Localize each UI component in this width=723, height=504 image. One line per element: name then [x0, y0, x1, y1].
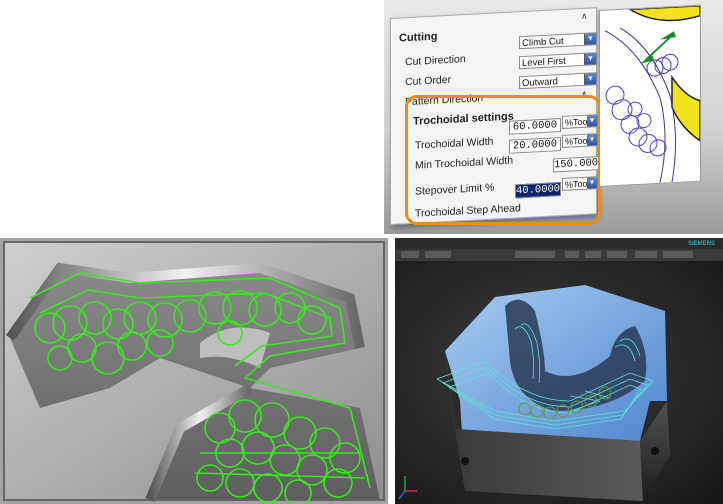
cut-direction-value: Climb Cut — [522, 35, 564, 50]
trochoidal-toolpath-viewport — [0, 238, 388, 504]
pattern-direction-select[interactable]: Outward ▼ — [519, 72, 597, 90]
part-toolpath-render — [0, 238, 388, 504]
trochoidal-highlight-frame — [405, 95, 601, 225]
cut-order-label: Cut Order — [405, 73, 452, 89]
chevron-down-icon[interactable]: ▼ — [584, 53, 596, 65]
chevron-down-icon[interactable]: ▼ — [584, 73, 596, 85]
ribbon-tab[interactable] — [401, 251, 419, 258]
cutting-section-title: Cutting — [399, 30, 438, 45]
ribbon-tab[interactable] — [425, 251, 451, 258]
cut-order-value: Level First — [522, 55, 566, 70]
cut-direction-label: Cut Direction — [405, 53, 466, 69]
ribbon-toolbar — [395, 249, 723, 261]
pattern-direction-value: Outward — [522, 76, 558, 90]
ribbon-tab[interactable] — [565, 251, 579, 258]
cut-order-select[interactable]: Level First ▼ — [519, 52, 597, 70]
ribbon-tab[interactable] — [585, 251, 601, 258]
graphics-viewport[interactable] — [395, 261, 723, 504]
toolpath-preview-image — [599, 4, 701, 188]
collapse-icon[interactable]: ∧ — [581, 11, 588, 22]
chevron-down-icon[interactable]: ▼ — [584, 33, 596, 45]
ribbon-tab[interactable] — [635, 251, 657, 258]
ribbon-tab[interactable] — [515, 251, 555, 258]
nx-cam-window: SIEMENS — [395, 238, 723, 504]
machined-block-render — [398, 285, 670, 501]
cut-direction-select[interactable]: Climb Cut ▼ — [519, 32, 597, 50]
settings-screenshot: Cutting ∧ Cut Direction Climb Cut ▼ Cut … — [384, 0, 723, 234]
ribbon-tab[interactable] — [663, 251, 693, 258]
ribbon-tab[interactable] — [607, 251, 627, 258]
window-titlebar: SIEMENS — [395, 238, 723, 249]
preview-illustration — [604, 4, 701, 183]
